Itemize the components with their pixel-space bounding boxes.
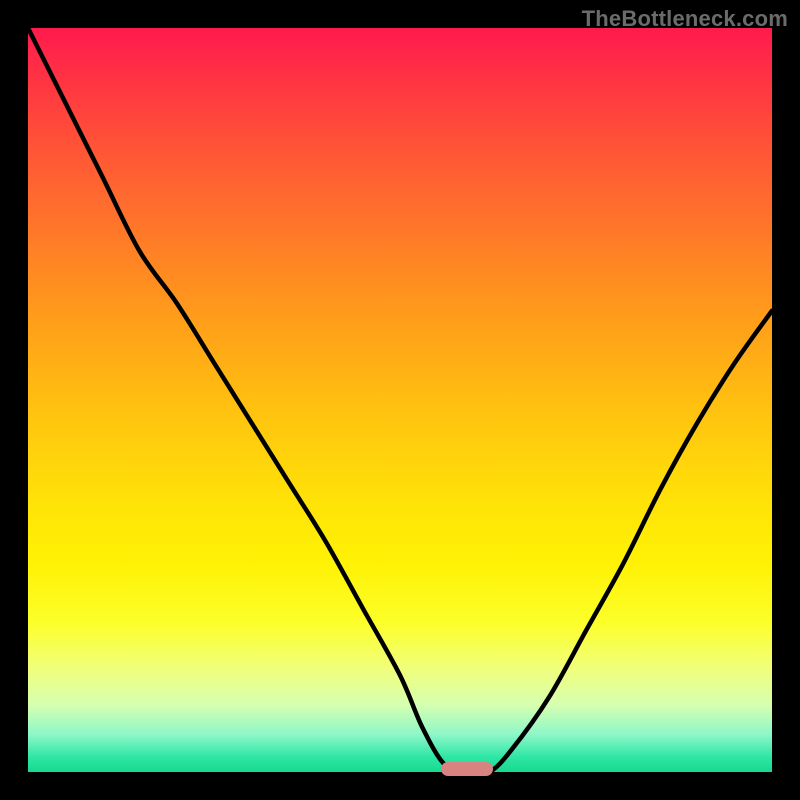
curve-path bbox=[28, 28, 772, 772]
trough-marker bbox=[441, 762, 494, 776]
watermark-label: TheBottleneck.com bbox=[582, 6, 788, 32]
bottleneck-curve bbox=[28, 28, 772, 772]
chart-container: TheBottleneck.com bbox=[0, 0, 800, 800]
plot-area bbox=[28, 28, 772, 772]
